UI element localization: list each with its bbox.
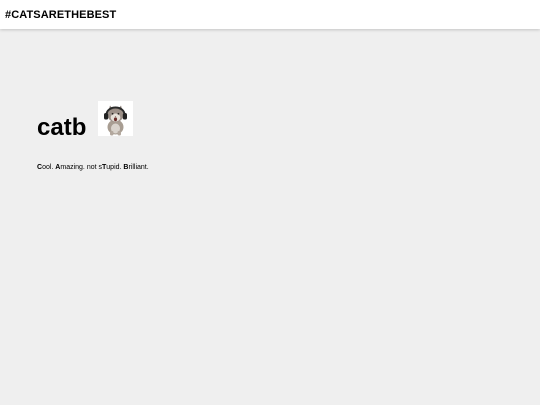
brand-link[interactable]: #CATSARETHEBEST — [5, 9, 116, 21]
tagline-word-amazing: mazing. not s — [60, 164, 102, 171]
page-title: catb — [37, 114, 87, 141]
cat-headphones-image — [98, 101, 134, 136]
tagline-word-cool: ool. — [42, 164, 56, 171]
top-header: #CATSARETHEBEST — [0, 0, 540, 29]
title-row: catb — [37, 101, 134, 140]
tagline-word-brilliant: rilliant. — [128, 164, 149, 171]
tagline: Cool. Amazing. not sTupid. Brilliant. — [37, 163, 149, 172]
tagline-word-stupid: upid. — [106, 164, 124, 171]
